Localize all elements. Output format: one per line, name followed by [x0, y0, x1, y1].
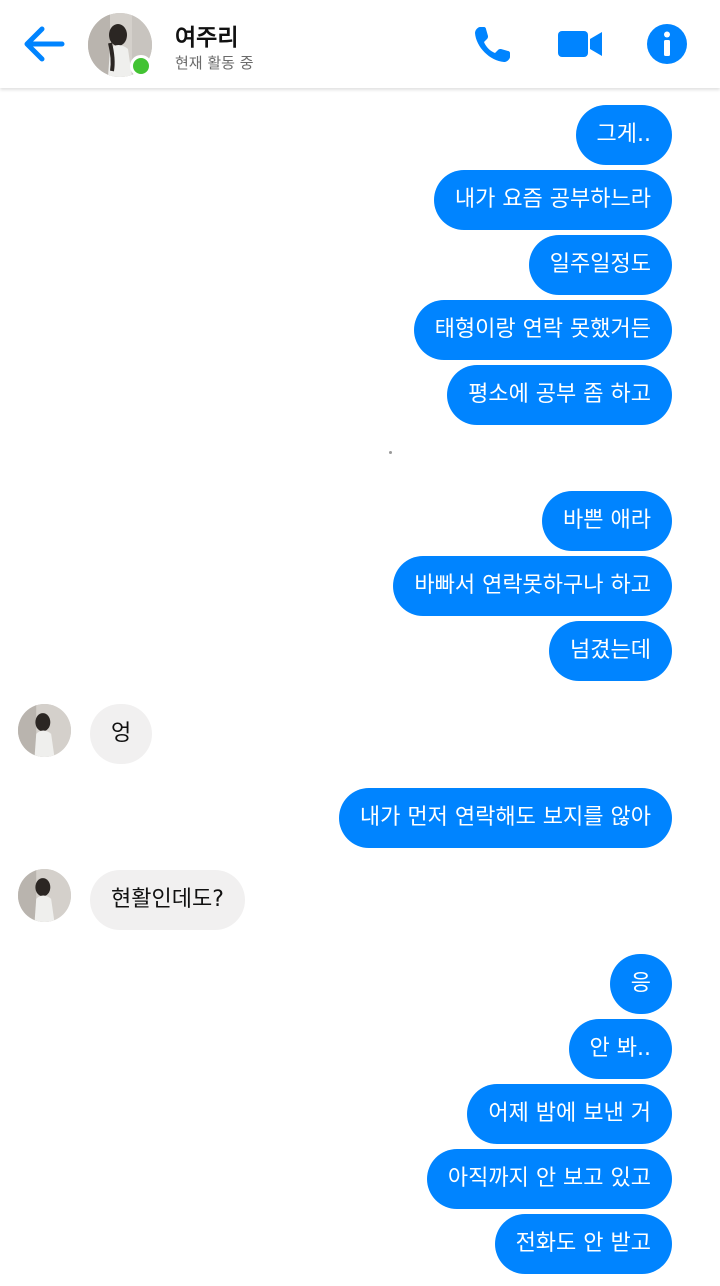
online-indicator	[130, 55, 152, 77]
sent-message[interactable]: 내가 요즘 공부하느라	[433, 170, 672, 230]
sent-message[interactable]: 바빠서 연락못하구나 하고	[393, 556, 672, 616]
sent-message[interactable]: 일주일정도	[528, 235, 672, 295]
contact-avatar-small[interactable]	[18, 869, 71, 922]
info-button[interactable]	[645, 22, 689, 66]
contact-name[interactable]: 여주리	[175, 18, 238, 52]
video-camera-icon	[558, 31, 602, 57]
sent-message[interactable]: 바쁜 애라	[542, 491, 672, 551]
message-thread[interactable]: 그게.. 내가 요즘 공부하느라 일주일정도 태형이랑 연락 못했거든 평소에 …	[0, 88, 720, 1286]
received-message[interactable]: 엉	[90, 704, 153, 764]
sent-message[interactable]: 어제 밤에 보낸 거	[467, 1084, 672, 1144]
chat-header: 여주리 현재 활동 중	[0, 0, 720, 88]
sent-message[interactable]: 평소에 공부 좀 하고	[447, 365, 672, 425]
sent-message[interactable]: 넘겼는데	[549, 621, 672, 681]
call-button[interactable]	[471, 22, 515, 66]
sent-message[interactable]: 아직까지 안 보고 있고	[426, 1149, 672, 1209]
video-call-button[interactable]	[556, 22, 602, 66]
phone-icon	[475, 27, 510, 62]
stray-mark	[389, 451, 392, 454]
sent-message[interactable]: 그게..	[575, 105, 672, 165]
arrow-left-icon	[24, 26, 65, 62]
sent-message[interactable]: 응	[609, 954, 672, 1014]
sent-message[interactable]: 내가 먼저 연락해도 보지를 않아	[338, 788, 672, 848]
active-status: 현재 활동 중	[175, 54, 254, 72]
contact-avatar[interactable]	[88, 13, 152, 77]
sent-message[interactable]: 태형이랑 연락 못했거든	[413, 300, 672, 360]
received-message[interactable]: 현활인데도?	[90, 870, 245, 930]
info-icon	[647, 24, 687, 64]
back-button[interactable]	[20, 22, 68, 66]
contact-avatar-small[interactable]	[18, 704, 71, 757]
sent-message[interactable]: 안 봐..	[568, 1019, 672, 1079]
sent-message[interactable]: 전화도 안 받고	[494, 1214, 672, 1274]
